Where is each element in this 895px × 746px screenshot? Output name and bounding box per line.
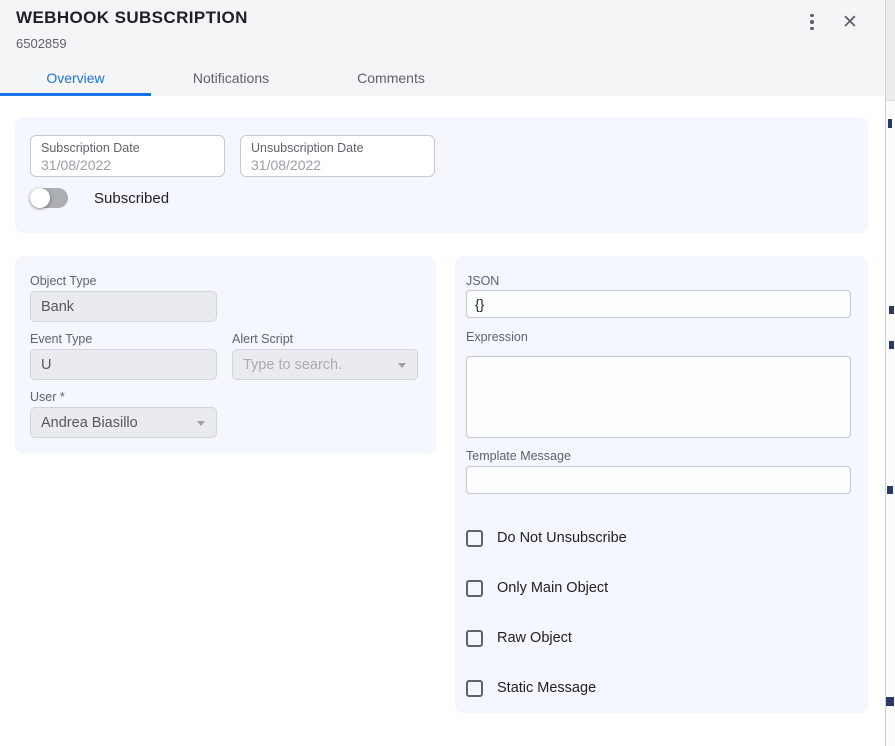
background-page-edge bbox=[885, 0, 895, 746]
checkbox-raw-object[interactable]: Raw Object bbox=[466, 628, 572, 648]
object-type-label: Object Type bbox=[30, 274, 96, 288]
checkbox-only-main-object[interactable]: Only Main Object bbox=[466, 578, 608, 598]
user-value: Andrea Biasillo bbox=[41, 415, 138, 431]
tab-comments[interactable]: Comments bbox=[311, 62, 471, 93]
background-page-header-edge bbox=[886, 0, 895, 101]
subscribed-toggle[interactable] bbox=[30, 188, 68, 208]
more-options-icon[interactable] bbox=[800, 10, 824, 34]
event-type-value: U bbox=[41, 357, 51, 373]
tab-bar: Overview Notifications Comments bbox=[0, 62, 885, 96]
subscribed-toggle-label: Subscribed bbox=[94, 190, 169, 207]
checkbox-icon bbox=[466, 530, 483, 547]
alert-script-placeholder: Type to search. bbox=[243, 357, 342, 373]
active-tab-indicator bbox=[0, 93, 151, 96]
json-label: JSON bbox=[466, 274, 499, 288]
chevron-down-icon bbox=[197, 421, 205, 426]
subscription-date-label: Subscription Date bbox=[41, 140, 214, 157]
unsubscription-date-value: 31/08/2022 bbox=[251, 157, 424, 174]
checkbox-label: Do Not Unsubscribe bbox=[497, 530, 627, 546]
template-message-input[interactable] bbox=[466, 466, 851, 494]
message-settings-panel: JSON Expression Template Message Do Not … bbox=[455, 256, 868, 713]
close-icon[interactable]: ✕ bbox=[836, 8, 864, 36]
chevron-down-icon bbox=[398, 363, 406, 368]
expression-label: Expression bbox=[466, 330, 528, 344]
checkbox-do-not-unsubscribe[interactable]: Do Not Unsubscribe bbox=[466, 528, 627, 548]
tab-overview[interactable]: Overview bbox=[0, 62, 151, 93]
toggle-knob bbox=[30, 188, 50, 208]
checkbox-label: Raw Object bbox=[497, 630, 572, 646]
checkbox-icon bbox=[466, 580, 483, 597]
json-input[interactable] bbox=[466, 290, 851, 318]
user-label: User * bbox=[30, 390, 65, 404]
background-text-fragment bbox=[888, 119, 892, 128]
event-type-field: U bbox=[30, 349, 217, 380]
checkbox-icon bbox=[466, 630, 483, 647]
background-text-fragment bbox=[887, 486, 893, 494]
alert-script-label: Alert Script bbox=[232, 332, 293, 346]
object-type-value: Bank bbox=[41, 299, 74, 315]
checkbox-label: Only Main Object bbox=[497, 580, 608, 596]
dialog-header: WEBHOOK SUBSCRIPTION 6502859 ✕ Overview … bbox=[0, 0, 885, 96]
checkbox-icon bbox=[466, 680, 483, 697]
page-title: WEBHOOK SUBSCRIPTION bbox=[16, 8, 248, 28]
alert-script-dropdown[interactable]: Type to search. bbox=[232, 349, 418, 380]
background-text-fragment bbox=[889, 306, 894, 314]
subscription-date-value: 31/08/2022 bbox=[41, 157, 214, 174]
unsubscription-date-label: Unsubscription Date bbox=[251, 140, 424, 157]
subscription-section: Subscription Date 31/08/2022 Unsubscript… bbox=[15, 117, 868, 233]
template-message-label: Template Message bbox=[466, 449, 571, 463]
user-dropdown[interactable]: Andrea Biasillo bbox=[30, 407, 217, 438]
event-type-label: Event Type bbox=[30, 332, 92, 346]
tab-notifications[interactable]: Notifications bbox=[151, 62, 311, 93]
object-type-field: Bank bbox=[30, 291, 217, 322]
expression-textarea[interactable] bbox=[466, 356, 851, 438]
subscription-date-field[interactable]: Subscription Date 31/08/2022 bbox=[30, 135, 225, 177]
checkbox-label: Static Message bbox=[497, 680, 596, 696]
unsubscription-date-field[interactable]: Unsubscription Date 31/08/2022 bbox=[240, 135, 435, 177]
background-text-fragment bbox=[889, 341, 894, 349]
record-id: 6502859 bbox=[16, 36, 67, 51]
background-text-fragment bbox=[886, 697, 894, 706]
checkbox-static-message[interactable]: Static Message bbox=[466, 678, 596, 698]
object-settings-panel: Object Type Bank Event Type U Alert Scri… bbox=[15, 256, 436, 454]
